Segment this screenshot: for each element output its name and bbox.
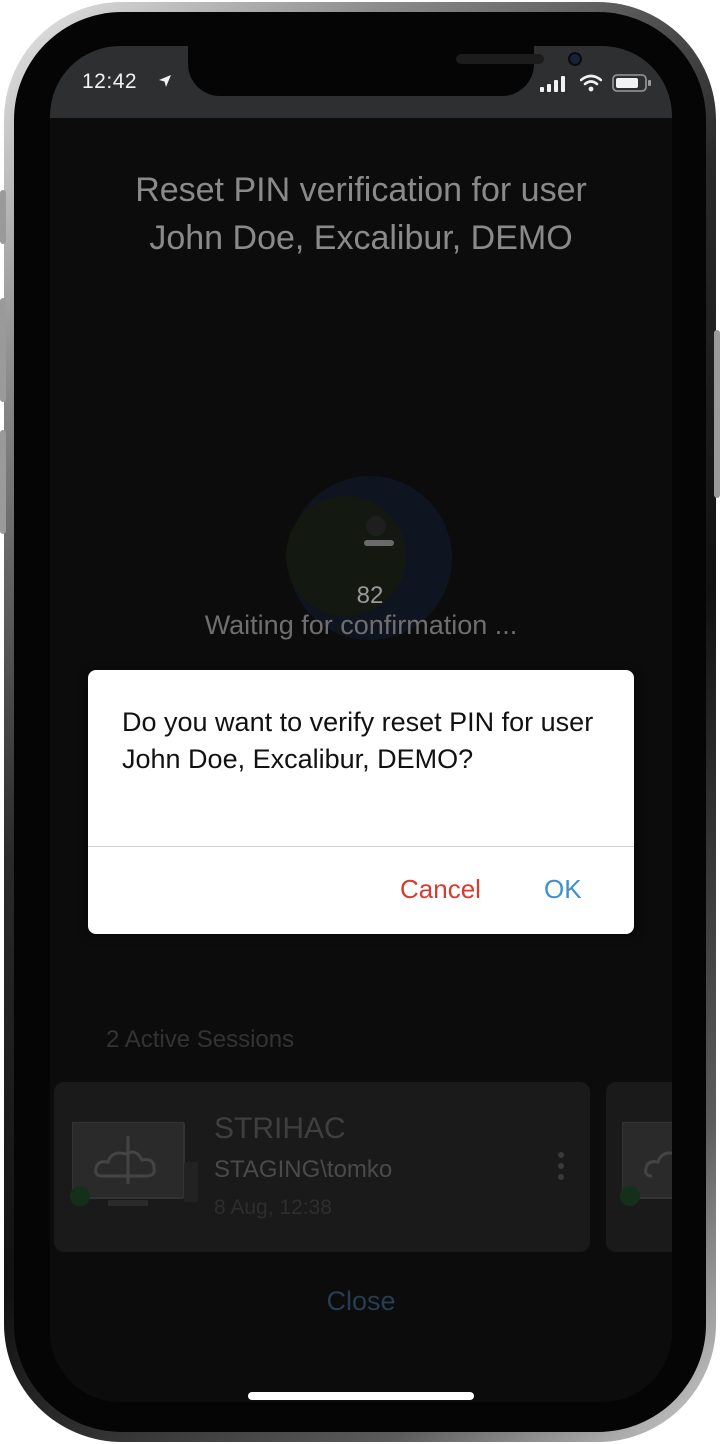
wifi-icon — [580, 74, 602, 92]
confirm-dialog: Do you want to verify reset PIN for user… — [88, 670, 634, 934]
session-card-partial[interactable] — [606, 1082, 672, 1252]
online-status-dot — [620, 1186, 640, 1206]
session-date: 8 Aug, 12:38 — [214, 1196, 332, 1219]
dialog-divider — [88, 846, 634, 847]
session-user: STAGING\tomko — [214, 1156, 393, 1183]
front-camera — [568, 52, 582, 66]
ok-button[interactable]: OK — [544, 874, 582, 905]
page-title-line-2: John Doe, Excalibur, DEMO — [149, 219, 573, 257]
session-host-name: STRIHAC — [214, 1112, 346, 1145]
page-title-line-1: Reset PIN verification for user — [135, 171, 587, 209]
close-button[interactable]: Close — [50, 1286, 672, 1317]
dialog-message: Do you want to verify reset PIN for user… — [122, 707, 594, 774]
power-button — [714, 330, 720, 498]
monitor-icon — [72, 1122, 198, 1206]
battery-icon — [612, 74, 651, 92]
waiting-status: Waiting for confirmation ... — [204, 610, 518, 640]
active-sessions-label: 2 Active Sessions — [106, 1026, 295, 1053]
kebab-menu-icon[interactable] — [554, 1152, 568, 1185]
silent-switch — [0, 190, 6, 244]
location-arrow-icon — [159, 75, 171, 87]
online-status-dot — [70, 1186, 90, 1206]
page-title: Reset PIN verification for user John Doe… — [70, 166, 652, 262]
status-time: 12:42 — [82, 70, 138, 93]
cancel-button[interactable]: Cancel — [400, 874, 481, 905]
volume-down-button — [0, 430, 6, 534]
volume-up-button — [0, 298, 6, 402]
cellular-signal-icon — [540, 76, 565, 92]
home-indicator[interactable] — [248, 1392, 474, 1400]
speaker-grille — [456, 54, 544, 64]
session-card[interactable]: STRIHAC STAGING\tomko 8 Aug, 12:38 — [54, 1082, 590, 1252]
countdown-value: 82 — [356, 582, 384, 609]
notch — [188, 46, 582, 96]
